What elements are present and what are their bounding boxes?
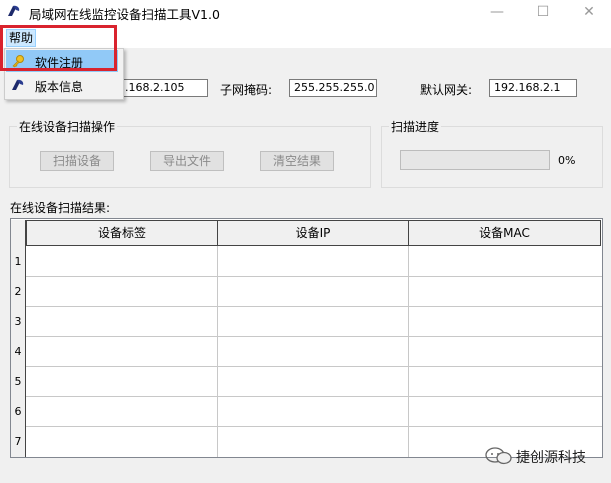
default-gateway-field[interactable]: 192.168.2.1	[489, 79, 577, 97]
results-label: 在线设备扫描结果:	[10, 201, 111, 215]
row-number: 3	[14, 315, 22, 328]
menu-bar	[0, 26, 611, 48]
app-icon	[12, 79, 24, 90]
subnet-mask-label: 子网掩码:	[220, 83, 273, 97]
wechat-icon	[485, 447, 512, 465]
results-table[interactable]	[10, 218, 603, 458]
menu-item-version-label: 版本信息	[35, 80, 84, 94]
row-number: 1	[14, 255, 22, 268]
scan-progress-title: 扫描进度	[389, 118, 442, 135]
scan-operations-title: 在线设备扫描操作	[17, 118, 118, 135]
close-button[interactable]: ✕	[566, 0, 611, 26]
row-number: 2	[14, 285, 22, 298]
column-header-device-mac[interactable]: 设备MAC	[408, 220, 601, 246]
ip-address-field[interactable]: .168.2.105	[120, 79, 208, 97]
minimize-button[interactable]: —	[474, 0, 520, 26]
clear-results-button[interactable]: 清空结果	[260, 151, 334, 171]
column-divider	[408, 246, 409, 457]
watermark-text: 捷创源科技	[516, 450, 586, 466]
menu-help[interactable]: 帮助	[6, 29, 37, 47]
row-divider	[26, 426, 602, 427]
column-divider	[217, 246, 218, 457]
row-number: 6	[14, 405, 22, 418]
subnet-mask-field[interactable]: 255.255.255.0	[289, 79, 377, 97]
row-divider	[26, 276, 602, 277]
column-header-device-tag[interactable]: 设备标签	[26, 220, 218, 246]
row-number: 4	[14, 345, 22, 358]
window-title: 局域网在线监控设备扫描工具V1.0	[29, 7, 220, 22]
progress-percent: 0%	[558, 154, 576, 167]
progress-bar	[400, 150, 550, 170]
app-icon	[8, 5, 20, 16]
menu-item-register-label: 软件注册	[35, 56, 84, 70]
export-file-button[interactable]: 导出文件	[150, 151, 224, 171]
row-divider	[26, 336, 602, 337]
row-divider	[26, 366, 602, 367]
key-icon	[12, 55, 24, 68]
row-divider	[26, 306, 602, 307]
row-number: 7	[14, 435, 22, 448]
row-divider	[26, 396, 602, 397]
default-gateway-label: 默认网关:	[420, 83, 473, 97]
row-number: 5	[14, 375, 22, 388]
column-header-device-ip[interactable]: 设备IP	[217, 220, 409, 246]
maximize-button[interactable]: ☐	[520, 0, 566, 26]
scan-devices-button[interactable]: 扫描设备	[40, 151, 114, 171]
